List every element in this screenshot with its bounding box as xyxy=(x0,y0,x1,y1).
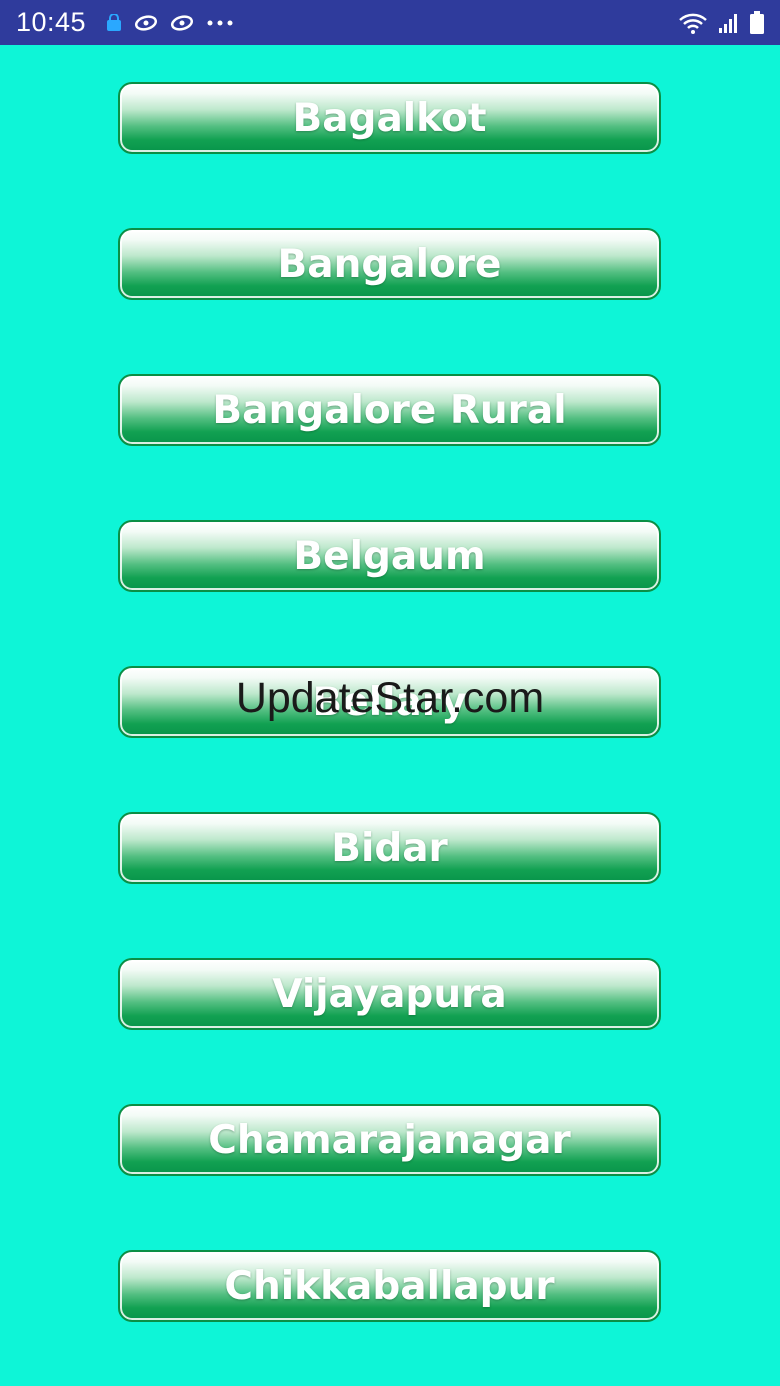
status-clock: 10:45 xyxy=(16,7,87,37)
list-item: Chamarajanagar xyxy=(118,1104,661,1176)
district-button-chamarajanagar[interactable]: Chamarajanagar xyxy=(118,1104,661,1176)
list-item: Belgaum xyxy=(118,520,661,592)
district-button-label: Belgaum xyxy=(293,533,486,579)
signal-icon xyxy=(718,12,740,34)
status-left: 10:45 xyxy=(16,7,234,38)
list-item: Vijayapura xyxy=(118,958,661,1030)
district-button-bagalkot[interactable]: Bagalkot xyxy=(118,82,661,154)
district-list-screen: Bagalkot Bangalore Bangalore Rural Belga… xyxy=(0,45,780,1386)
district-button-label: Chamarajanagar xyxy=(208,1117,571,1163)
district-button-vijayapura[interactable]: Vijayapura xyxy=(118,958,661,1030)
swirl-icon xyxy=(134,14,158,32)
district-button-label: Vijayapura xyxy=(272,971,507,1017)
swirl-icon xyxy=(170,14,194,32)
list-item: Bangalore xyxy=(118,228,661,300)
district-button-bidar[interactable]: Bidar xyxy=(118,812,661,884)
more-dots-icon xyxy=(206,19,234,27)
district-button-bangalore-rural[interactable]: Bangalore Rural xyxy=(118,374,661,446)
district-button-label: Bangalore xyxy=(277,241,502,287)
list-item: Bidar xyxy=(118,812,661,884)
bag-icon xyxy=(106,13,122,32)
district-button-label: Bagalkot xyxy=(292,95,487,141)
district-button-belgaum[interactable]: Belgaum xyxy=(118,520,661,592)
list-item: Bangalore Rural xyxy=(118,374,661,446)
district-button-bangalore[interactable]: Bangalore xyxy=(118,228,661,300)
district-button-label: Bangalore Rural xyxy=(212,387,567,433)
list-item: Bagalkot xyxy=(118,82,661,154)
notification-icons xyxy=(106,13,234,32)
district-button-bellary[interactable]: Bellary xyxy=(118,666,661,738)
district-button-label: Chikkaballapur xyxy=(224,1263,555,1309)
list-item: Chikkaballapur xyxy=(118,1250,661,1322)
status-bar: 10:45 xyxy=(0,0,780,45)
wifi-icon xyxy=(678,11,708,35)
district-button-label: Bidar xyxy=(331,825,448,871)
status-right xyxy=(678,10,764,35)
list-item: Bellary xyxy=(118,666,661,738)
district-button-label: Bellary xyxy=(312,679,467,725)
battery-icon xyxy=(750,10,764,35)
district-button-chikkaballapur[interactable]: Chikkaballapur xyxy=(118,1250,661,1322)
